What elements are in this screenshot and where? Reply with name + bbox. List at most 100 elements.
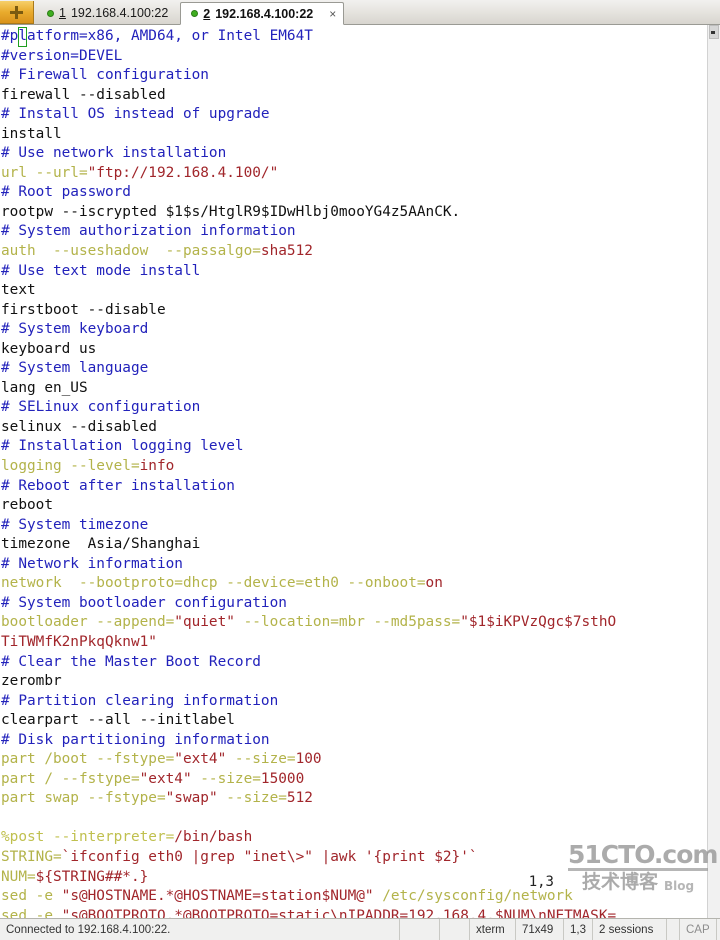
terminal-text-span: # Partition clearing information [1,692,279,709]
terminal-line: part /boot --fstype="ext4" --size=100 [1,750,707,770]
terminal-text-span: sed -e [1,907,62,918]
terminal-line: selinux --disabled [1,418,707,438]
connected-status-dot-icon [47,9,54,17]
terminal-text[interactable]: #platform=x86, AMD64, or Intel EM64T #ver… [0,25,707,918]
terminal-text-span: TiTWMfK2nPkqQknw1" [1,633,157,650]
status-bar: Connected to 192.168.4.100:22. xterm 71x… [0,918,720,940]
terminal-text-span: text [1,282,36,299]
terminal-line: # System timezone [1,516,707,536]
terminal-text-span: # Use network installation [1,145,227,162]
terminal-text-span: 512 [286,790,313,807]
terminal-text-span: rootpw --iscrypted $1$s/HtglR9$IDwHlbj0m… [1,203,461,220]
status-caps-lock: CAP [680,919,717,940]
terminal-text-span: # Root password [1,184,131,201]
terminal-text-span: # Network information [1,555,183,572]
terminal-text-span: --size= [226,751,296,768]
terminal-line: timezone Asia/Shanghai [1,535,707,555]
status-connection: Connected to 192.168.4.100:22. [0,919,400,940]
terminal-text-span: %post --interpreter= [1,829,175,846]
terminal-line: lang en_US [1,379,707,399]
new-tab-button[interactable] [0,1,34,24]
terminal-text-span: auth --useshadow --passalgo= [1,243,261,260]
terminal-line: # Network information [1,555,707,575]
terminal-text-span: STRING= [1,848,62,865]
terminal-text-span: url --url= [1,164,88,181]
terminal-text-span: sha512 [260,243,313,260]
terminal-text-span: # Clear the Master Boot Record [1,653,261,670]
terminal-text-span: `ifconfig eth0 |grep "inet\>" |awk '{pri… [61,848,478,865]
terminal-line: # Reboot after installation [1,477,707,497]
terminal-text-span: clearpart --all --initlabel [1,712,235,729]
tab-label: 192.168.4.100:22 [215,6,314,21]
terminal-line: # Root password [1,183,707,203]
terminal-line: # Clear the Master Boot Record [1,653,707,673]
tab-label: 192.168.4.100:22 [70,6,169,20]
terminal-text-span: info [139,458,175,475]
terminal-line: firstboot --disable [1,301,707,321]
terminal-text-span: 100 [295,751,322,768]
terminal-text-span: # Reboot after installation [1,477,235,494]
terminal-text-span: "quiet" [174,614,235,631]
terminal-text-span: firstboot --disable [1,301,166,318]
terminal-text-span: sed -e [1,888,62,905]
tab-number: 1 [59,6,66,20]
terminal-text-span: # SELinux configuration [1,399,201,416]
terminal-text-span: reboot [1,497,53,514]
terminal-text-span: #p [1,28,19,44]
terminal-line: # Use text mode install [1,262,707,282]
status-cursor-position: 1,3 [564,919,593,940]
terminal-text-span: "$1$iKPVzQgc$7sthO [460,614,617,631]
terminal-text-span: # Firewall configuration [1,67,209,84]
terminal-scrollbar[interactable] [707,25,720,918]
terminal-text-span: --location=mbr --md5pass= [234,614,461,631]
terminal-text-span: atform=x86, AMD64, or Intel EM64T [27,28,313,44]
terminal-line: clearpart --all --initlabel [1,711,707,731]
terminal-line: auth --useshadow --passalgo=sha512 [1,242,707,262]
status-spacer-1 [400,919,440,940]
text-cursor: l [18,27,27,47]
terminal-line: part swap --fstype="swap" --size=512 [1,789,707,809]
terminal-text-span: "ftp://192.168.4.100/" [87,164,279,181]
terminal-text-span: --size= [217,790,287,807]
terminal-text-span: /bin/bash [174,829,253,846]
terminal-text-span: timezone Asia/Shanghai [1,536,201,553]
terminal-text-span: --size= [191,770,261,787]
terminal-text-span: # Disk partitioning information [1,731,270,748]
terminal-text-span: selinux --disabled [1,418,157,435]
terminal-line: %post --interpreter=/bin/bash [1,828,707,848]
scrollbar-mark-icon [711,31,715,34]
terminal-line: TiTWMfK2nPkqQknw1" [1,633,707,653]
terminal-text-span: "ext4" [139,770,192,787]
terminal-line: text [1,281,707,301]
connected-status-dot-icon [191,10,199,17]
status-sessions: 2 sessions [593,919,667,940]
terminal-text-span: # Installation logging level [1,438,244,455]
terminal-text-span: /etc/sysconfig/network [373,888,573,905]
terminal-text-span: NUM= [1,868,36,885]
terminal-line: bootloader --append="quiet" --location=m… [1,613,707,633]
terminal-text-span: network --bootproto=dhcp --device=eth0 -… [1,575,426,592]
terminal-text-span: # Install OS instead of upgrade [1,106,270,123]
status-num-lock: NUM [717,919,720,940]
status-spacer-3 [667,919,680,940]
terminal-text-span: # System timezone [1,516,149,533]
terminal-line: NUM=${STRING##*.} [1,868,707,888]
tab-session-2[interactable]: 2 192.168.4.100:22 × [180,2,345,25]
terminal-text-span: # System bootloader configuration [1,594,287,611]
terminal-text-span: firewall --disabled [1,86,166,103]
terminal-line: # SELinux configuration [1,398,707,418]
close-icon[interactable]: × [326,7,339,21]
plus-icon [10,5,23,19]
terminal-text-span: part /boot --fstype= [1,751,175,768]
terminal-text-span: install [1,125,62,142]
terminal-line: # Use network installation [1,144,707,164]
tab-session-1[interactable]: 1 192.168.4.100:22 [36,1,178,24]
terminal-line: install [1,125,707,145]
terminal-text-span: part swap --fstype= [1,790,166,807]
terminal-text-span: ${STRING##*.} [35,868,149,885]
terminal-area: #platform=x86, AMD64, or Intel EM64T #ver… [0,25,720,918]
status-emulation: xterm [470,919,516,940]
terminal-line: # Installation logging level [1,437,707,457]
terminal-line: #version=DEVEL [1,47,707,67]
terminal-text-span: #version=DEVEL [1,47,123,64]
